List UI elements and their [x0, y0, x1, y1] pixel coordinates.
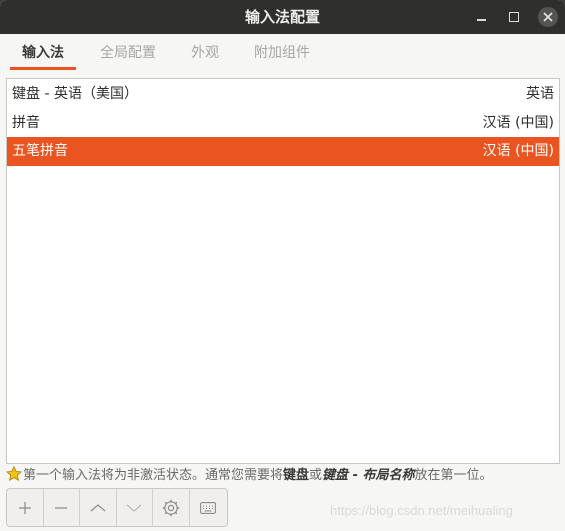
maximize-button[interactable] [503, 6, 525, 28]
hint-text: 第一个输入法将为非激活状态。通常您需要将 [23, 468, 284, 483]
input-method-name: 拼音 [12, 115, 40, 131]
list-item[interactable]: 拼音 汉语 (中国) [7, 109, 559, 138]
hint-bold-keyboard: 键盘 [283, 468, 310, 483]
minimize-icon [477, 19, 486, 21]
configure-button[interactable] [153, 489, 190, 526]
input-method-language: 英语 [526, 86, 554, 102]
keyboard-layout-button[interactable] [190, 489, 227, 526]
tab-global-config[interactable]: 全局配置 [90, 34, 166, 70]
list-item[interactable]: 键盘 - 英语（美国） 英语 [7, 80, 559, 109]
close-icon [538, 7, 558, 27]
hint-text: 或 [309, 468, 323, 483]
title-bar[interactable]: 输入法配置 [0, 0, 565, 34]
minimize-button[interactable] [471, 6, 493, 28]
tab-addons[interactable]: 附加组件 [244, 34, 320, 70]
plus-icon [18, 501, 31, 514]
tab-label: 输入法 [22, 45, 64, 61]
chevron-down-icon [126, 504, 142, 512]
move-up-button[interactable] [80, 489, 117, 526]
add-button[interactable] [7, 489, 44, 526]
hint-bold-layout: 键盘 - 布局名称 [322, 468, 415, 483]
tab-input-method[interactable]: 输入法 [10, 34, 76, 70]
tab-label: 附加组件 [254, 45, 310, 61]
watermark-text: https://blog.csdn.net/meihualing [330, 503, 513, 518]
maximize-icon [509, 12, 519, 22]
input-method-list[interactable]: 键盘 - 英语（美国） 英语 拼音 汉语 (中国) 五笔拼音 汉语 (中国) [6, 78, 560, 464]
gear-icon [162, 499, 179, 516]
chevron-up-icon [90, 503, 106, 511]
move-down-button[interactable] [117, 489, 153, 526]
input-method-name: 五笔拼音 [12, 143, 68, 159]
minus-icon [55, 506, 68, 509]
close-button[interactable] [537, 6, 559, 28]
input-method-language: 汉语 (中国) [482, 115, 554, 131]
remove-button[interactable] [44, 489, 80, 526]
active-tab-indicator [10, 67, 76, 70]
keyboard-icon [200, 501, 217, 514]
list-item-selected[interactable]: 五笔拼音 汉语 (中国) [7, 137, 559, 166]
tab-label: 外观 [191, 45, 219, 61]
tab-appearance[interactable]: 外观 [180, 34, 230, 70]
tab-bar: 输入法 全局配置 外观 附加组件 [0, 34, 565, 70]
list-toolbar [6, 488, 228, 527]
star-icon [6, 466, 22, 482]
tab-label: 全局配置 [100, 45, 156, 61]
input-method-config-window: 输入法配置 输入法 全局配置 外观 附加组件 键盘 - 英语（美国） 英语 拼音… [0, 0, 565, 531]
hint-message: 第一个输入法将为非激活状态。通常您需要将键盘或键盘 - 布局名称放在第一位。 [6, 466, 562, 486]
input-method-language: 汉语 (中国) [482, 143, 554, 159]
hint-text: 放在第一位。 [414, 468, 493, 483]
input-method-name: 键盘 - 英语（美国） [12, 86, 138, 102]
